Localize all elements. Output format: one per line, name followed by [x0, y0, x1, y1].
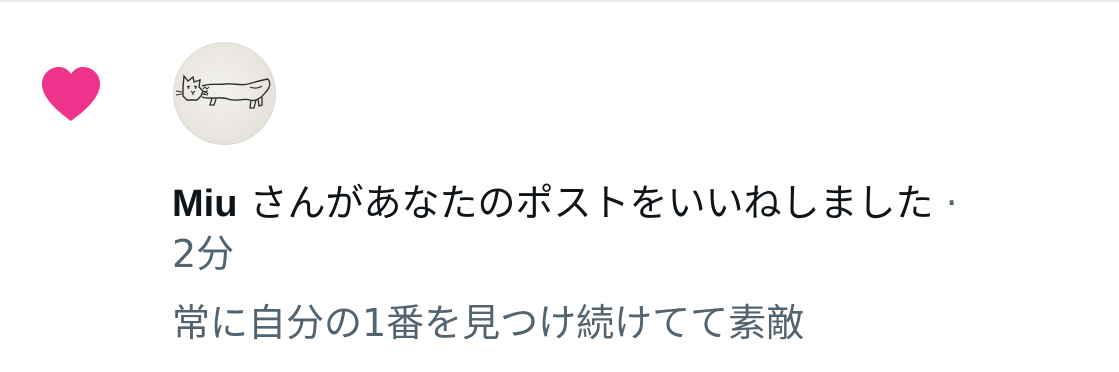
user-name[interactable]: Miu — [172, 183, 237, 225]
heart-icon — [38, 64, 104, 124]
action-text: さんがあなたのポストをいいねしました — [249, 181, 934, 225]
avatar[interactable] — [173, 42, 276, 145]
cat-sketch-icon — [175, 74, 271, 109]
comment-text: 常に自分の1番を見つけ続けてて素敵 — [172, 301, 805, 345]
separator-dot: · — [945, 181, 958, 225]
notification-text[interactable]: Miu さんがあなたのポストをいいねしました · 2分 — [172, 178, 1102, 279]
top-divider — [0, 0, 1119, 2]
timestamp: 2分 — [172, 232, 235, 276]
